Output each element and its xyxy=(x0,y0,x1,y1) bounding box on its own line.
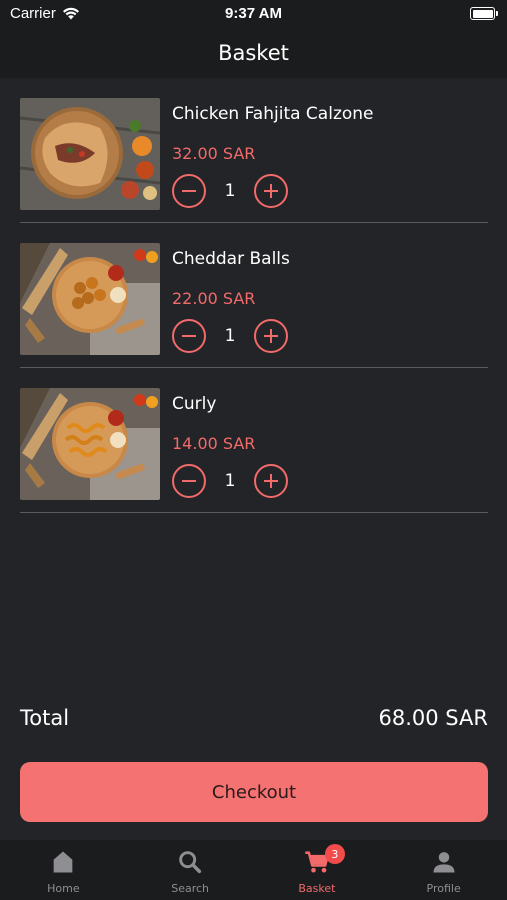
page-title: Basket xyxy=(218,41,289,65)
minus-icon xyxy=(182,479,196,482)
quantity-value: 1 xyxy=(224,326,236,346)
increase-quantity-button[interactable] xyxy=(254,319,288,353)
total-label: Total xyxy=(20,706,70,730)
tab-label: Search xyxy=(171,882,210,895)
search-icon xyxy=(179,851,202,874)
decrease-quantity-button[interactable] xyxy=(172,174,206,208)
person-icon xyxy=(433,852,455,873)
item-price: 32.00 SAR xyxy=(172,144,256,163)
home-icon xyxy=(54,851,73,873)
basket-item: Cheddar Balls 22.00 SAR 1 xyxy=(20,223,488,368)
decrease-quantity-button[interactable] xyxy=(172,464,206,498)
battery-icon xyxy=(470,7,498,20)
tab-home[interactable]: Home xyxy=(0,840,127,900)
tab-label: Home xyxy=(47,882,80,895)
food-image xyxy=(20,98,160,210)
checkout-label: Checkout xyxy=(211,781,297,803)
item-price: 22.00 SAR xyxy=(172,289,256,308)
nav-bar: Basket xyxy=(0,28,507,78)
quantity-stepper: 1 xyxy=(172,174,288,208)
item-name: Cheddar Balls xyxy=(172,249,290,269)
basket-item: Chicken Fahjita Calzone 32.00 SAR 1 xyxy=(20,78,488,223)
clock: 9:37 AM xyxy=(225,5,282,22)
quantity-stepper: 1 xyxy=(172,464,288,498)
item-name: Chicken Fahjita Calzone xyxy=(172,104,374,124)
tab-label: Profile xyxy=(426,882,461,895)
basket-item: Curly 14.00 SAR 1 xyxy=(20,368,488,513)
quantity-value: 1 xyxy=(224,471,236,491)
total-amount: 68.00 SAR xyxy=(378,706,488,730)
quantity-stepper: 1 xyxy=(172,319,288,353)
item-price: 14.00 SAR xyxy=(172,434,256,453)
tab-label: Basket xyxy=(298,882,336,895)
increase-quantity-button[interactable] xyxy=(254,464,288,498)
quantity-value: 1 xyxy=(224,181,236,201)
total-row: Total 68.00 SAR xyxy=(20,706,488,736)
minus-icon xyxy=(182,189,196,192)
status-bar: Carrier 9:37 AM xyxy=(0,0,507,28)
minus-icon xyxy=(182,334,196,337)
tab-bar: Home Search 3 Basket Profile xyxy=(0,840,507,900)
basket-list: Chicken Fahjita Calzone 32.00 SAR 1 Ched… xyxy=(20,78,488,513)
decrease-quantity-button[interactable] xyxy=(172,319,206,353)
food-image xyxy=(20,243,160,355)
tab-search[interactable]: Search xyxy=(127,840,254,900)
food-image xyxy=(20,388,160,500)
tab-profile[interactable]: Profile xyxy=(380,840,507,900)
increase-quantity-button[interactable] xyxy=(254,174,288,208)
tab-basket[interactable]: 3 Basket xyxy=(254,840,381,900)
cart-count-badge: 3 xyxy=(324,844,345,864)
item-name: Curly xyxy=(172,394,217,414)
checkout-button[interactable]: Checkout xyxy=(20,762,488,822)
